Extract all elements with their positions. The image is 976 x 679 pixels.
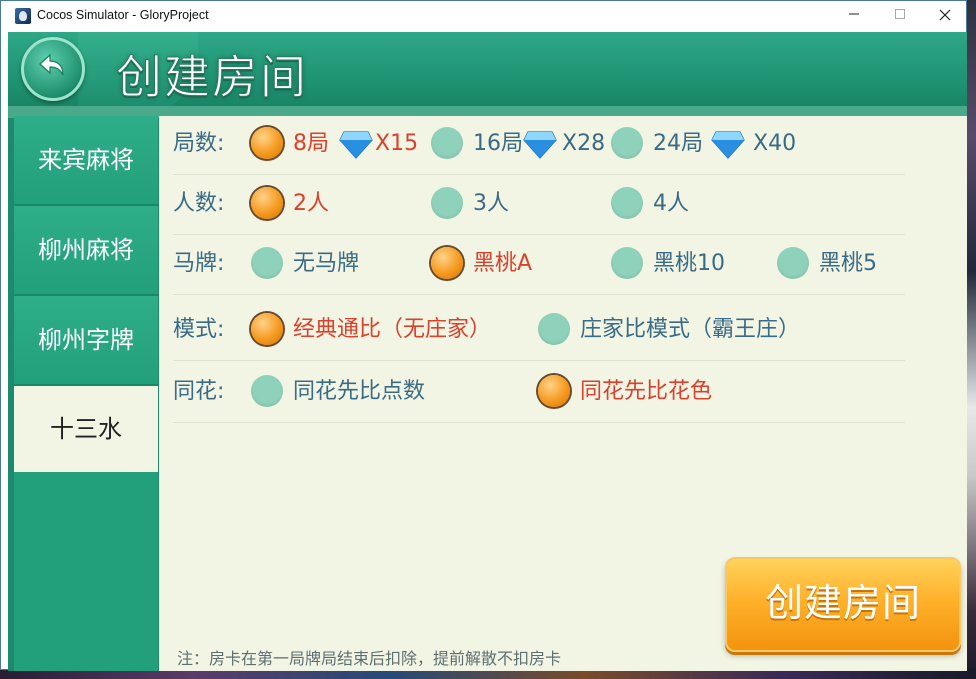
players-label: 人数: (173, 191, 225, 216)
option-label: 4人 (653, 191, 689, 216)
maximize-icon (895, 9, 905, 19)
radio-button[interactable] (251, 375, 283, 407)
radio-button[interactable] (251, 247, 283, 279)
radio-button[interactable] (611, 127, 643, 159)
rounds-option-24[interactable]: 24局 X40 (611, 116, 801, 172)
players-option-3[interactable]: 3人 (431, 176, 551, 232)
option-label: 黑桃A (473, 251, 533, 276)
option-label: 8局 (293, 131, 329, 156)
option-label: 3人 (473, 191, 509, 216)
close-button[interactable] (922, 1, 968, 32)
players-row: 人数: 2人 3人 4人 (173, 176, 905, 235)
maximize-button[interactable] (877, 1, 923, 32)
rounds-row: 局数: 8局 X15 16局 X28 24局 X40 (173, 116, 905, 175)
flush-option-points[interactable]: 同花先比点数 (251, 364, 471, 420)
close-icon (939, 9, 951, 21)
option-label: 经典通比（无庄家） (293, 317, 492, 342)
option-label: 黑桃5 (819, 251, 877, 276)
horse-option-spade-a[interactable]: 黑桃A (431, 236, 571, 292)
header-bar: 创建房间 (8, 32, 967, 118)
option-label: 同花先比点数 (293, 379, 426, 404)
mode-row: 模式: 经典通比（无庄家） 庄家比模式（霸王庄） (173, 296, 905, 361)
settings-panel: 局数: 8局 X15 16局 X28 24局 X40 人数: 2人 3人 4人 … (159, 116, 967, 671)
horse-option-spade-5[interactable]: 黑桃5 (777, 236, 897, 292)
tab-liuzhou-mahjong[interactable]: 柳州麻将 (14, 206, 158, 296)
tab-shisanshui[interactable]: 十三水 (14, 386, 158, 472)
room-card-note: 注：房卡在第一局牌局结束后扣除，提前解散不扣房卡 (177, 649, 562, 668)
option-label: 16局 (473, 131, 523, 156)
minimize-button[interactable] (831, 1, 877, 32)
page-title: 创建房间 (116, 50, 308, 105)
back-button[interactable] (21, 37, 85, 101)
option-label: 黑桃10 (653, 251, 725, 276)
radio-button[interactable] (251, 127, 283, 159)
rounds-label: 局数: (173, 131, 225, 156)
create-room-button[interactable]: 创建房间 (725, 557, 961, 652)
mode-option-banker[interactable]: 庄家比模式（霸王庄） (538, 302, 838, 358)
minimize-icon (849, 13, 859, 15)
diamond-cost: X15 (375, 131, 419, 156)
game-type-sidebar: 来宾麻将 柳州麻将 柳州字牌 十三水 (14, 116, 158, 671)
radio-button[interactable] (538, 375, 570, 407)
tab-liuzhou-zipai[interactable]: 柳州字牌 (14, 296, 158, 386)
rounds-option-8[interactable]: 8局 X15 (251, 116, 421, 172)
title-bar[interactable]: Cocos Simulator - GloryProject (1, 1, 966, 32)
desktop-background (966, 0, 976, 679)
flush-row: 同花: 同花先比点数 同花先比花色 (173, 362, 905, 423)
radio-button[interactable] (538, 313, 570, 345)
create-room-label: 创建房间 (764, 581, 921, 625)
radio-button[interactable] (777, 247, 809, 279)
option-label: 庄家比模式（霸王庄） (580, 317, 801, 342)
diamond-cost: X28 (562, 131, 606, 156)
horse-row: 马牌: 无马牌 黑桃A 黑桃10 黑桃5 (173, 236, 905, 295)
radio-button[interactable] (431, 187, 463, 219)
players-option-2[interactable]: 2人 (251, 176, 371, 232)
window-title: Cocos Simulator - GloryProject (37, 8, 209, 22)
horse-option-none[interactable]: 无马牌 (251, 236, 391, 292)
horse-option-spade-10[interactable]: 黑桃10 (611, 236, 751, 292)
diamond-cost: X40 (753, 131, 797, 156)
option-label: 24局 (653, 131, 703, 156)
flush-option-suit[interactable]: 同花先比花色 (538, 364, 758, 420)
option-label: 2人 (293, 191, 329, 216)
tab-laibin-mahjong[interactable]: 来宾麻将 (14, 116, 158, 206)
back-arrow-icon (39, 53, 64, 76)
mode-option-classic[interactable]: 经典通比（无庄家） (251, 302, 521, 358)
radio-button[interactable] (611, 187, 643, 219)
horse-label: 马牌: (173, 251, 225, 276)
radio-button[interactable] (251, 313, 283, 345)
players-option-4[interactable]: 4人 (611, 176, 731, 232)
diamond-icon (339, 131, 373, 159)
mode-label: 模式: (173, 317, 225, 342)
radio-button[interactable] (431, 247, 463, 279)
radio-button[interactable] (431, 127, 463, 159)
flush-label: 同花: (173, 379, 225, 404)
cocos-app-icon (15, 8, 31, 24)
simulator-window: Cocos Simulator - GloryProject 创建房间 来宾麻将… (0, 0, 967, 671)
game-canvas: 创建房间 来宾麻将 柳州麻将 柳州字牌 十三水 局数: 8局 X15 16局 X… (8, 32, 967, 671)
radio-button[interactable] (251, 187, 283, 219)
option-label: 同花先比花色 (580, 379, 713, 404)
diamond-icon (711, 131, 745, 159)
diamond-icon (523, 131, 557, 159)
option-label: 无马牌 (293, 251, 360, 276)
rounds-option-16[interactable]: 16局 X28 (431, 116, 607, 172)
radio-button[interactable] (611, 247, 643, 279)
